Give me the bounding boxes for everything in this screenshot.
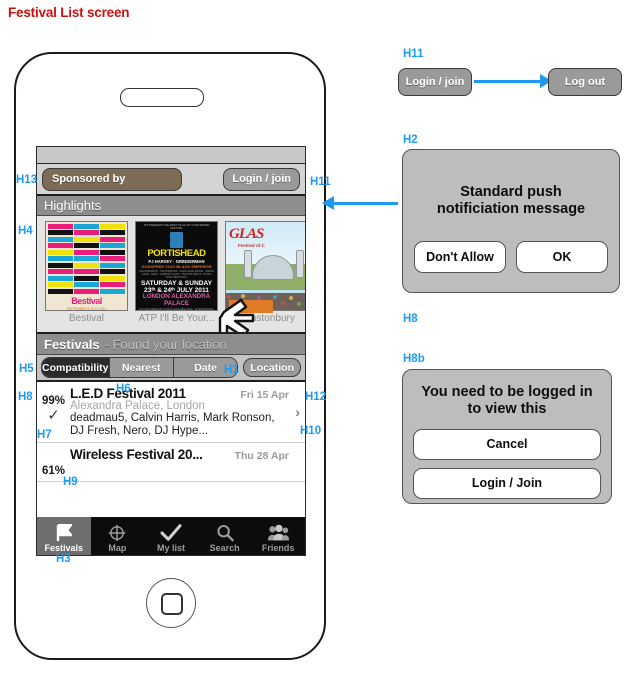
- row-content: Wireless Festival 20... Thu 28 Apr: [70, 447, 305, 477]
- poster-tower-right: [296, 250, 304, 278]
- annotation-h11-screen: H11: [310, 176, 331, 188]
- row-title-line: Wireless Festival 20... Thu 28 Apr: [70, 447, 289, 462]
- push-dialog-pointer-head: [322, 196, 334, 210]
- highlights-header: Highlights: [37, 196, 305, 216]
- festival-title: Wireless Festival 20...: [70, 447, 203, 463]
- annotation-h6: H6: [116, 383, 131, 395]
- push-dialog-line2: notificiation message: [436, 201, 586, 218]
- festivals-section-header: Festivals - Found your location: [37, 334, 305, 355]
- tab-label: Search: [209, 543, 240, 553]
- poster-lineup: VAN MORRISON · THE HORRORS · GANG GANG D…: [139, 270, 214, 280]
- row-content: L.E.D Festival 2011 Fri 15 Apr Alexandra…: [70, 386, 305, 438]
- chevron-right-icon[interactable]: ›: [295, 404, 300, 420]
- logout-button-state[interactable]: Log out: [548, 68, 622, 96]
- push-notification-dialog: Standard push notificiation message Don'…: [402, 149, 620, 293]
- festival-venue: Alexandra Palace, London: [70, 400, 205, 412]
- crosshair-icon: [109, 524, 126, 542]
- bestival-poster-thumbnail[interactable]: Bestival SEPTEMBER 8-10-11 2011: [45, 221, 128, 311]
- poster-subtitle: Festival of C: [238, 243, 265, 248]
- push-dialog-pointer-line: [332, 202, 398, 205]
- sort-segment-compatibility[interactable]: Compatibility: [42, 358, 110, 377]
- tab-bar: Festivals Map My list Search Friends: [37, 517, 305, 555]
- tab-search[interactable]: Search: [198, 517, 252, 555]
- login-join-button-state[interactable]: Login / join: [398, 68, 472, 96]
- annotation-h8-right: H8: [403, 313, 418, 325]
- poster-venue: LONDON ALEXANDRA PALACE: [142, 293, 211, 307]
- annotation-h12: H12: [305, 391, 327, 403]
- annotation-h11-right: H11: [403, 48, 424, 60]
- highlight-item[interactable]: Bestival SEPTEMBER 8-10-11 2011 Bestival: [45, 221, 128, 332]
- friends-icon: [268, 524, 290, 541]
- highlight-caption: ATP I'll Be Your...: [138, 313, 215, 324]
- home-button-square-icon: [161, 593, 183, 615]
- annotation-h9: H9: [63, 476, 78, 488]
- table-row[interactable]: 99% ✓ L.E.D Festival 2011 Fri 15 Apr Ale…: [37, 382, 305, 444]
- sort-segmented-control[interactable]: Compatibility Nearest Date: [41, 357, 239, 378]
- phone-speaker: [120, 88, 204, 107]
- tab-my-list[interactable]: My list: [144, 517, 198, 555]
- search-icon: [217, 524, 234, 542]
- annotation-h2: H2: [403, 134, 418, 146]
- festival-acts: deadmau5, Calvin Harris, Mark Ronson, DJ…: [70, 412, 275, 438]
- location-button[interactable]: Location: [243, 358, 301, 377]
- atp-portishead-poster-thumbnail[interactable]: ATP PRESENTS THE FIRST UK ALL-BY-YOUR-MI…: [135, 221, 218, 311]
- login-dialog-line2: to view this: [467, 401, 547, 418]
- hand-cursor-icon: [218, 298, 255, 332]
- sort-segment-nearest[interactable]: Nearest: [109, 358, 174, 377]
- tab-label: My list: [156, 543, 185, 553]
- ok-button[interactable]: OK: [516, 240, 608, 273]
- annotation-h13: H13: [16, 174, 38, 186]
- tab-label: Map: [108, 543, 127, 553]
- login-join-button[interactable]: Login / join: [223, 167, 300, 191]
- poster-support2: GODSPEED YOU! BLACK EMPEROR: [141, 264, 212, 270]
- annotation-h7: H7: [37, 429, 52, 441]
- dont-allow-button[interactable]: Don't Allow: [414, 240, 506, 273]
- sponsored-by-banner[interactable]: Sponsored by: [42, 167, 182, 191]
- state-transition-arrow-line: [474, 80, 542, 83]
- phone-screen: Sponsored by Login / join Highlights Bes…: [36, 146, 306, 556]
- annotation-h3: H3: [56, 553, 71, 565]
- sort-bar: Compatibility Nearest Date Location: [37, 355, 305, 382]
- annotation-h8-left: H8: [18, 391, 33, 403]
- login-dialog-line1: You need to be logged in: [421, 384, 593, 400]
- festival-list: 99% ✓ L.E.D Festival 2011 Fri 15 Apr Ale…: [37, 382, 305, 483]
- tab-label: Friends: [261, 543, 295, 553]
- check-icon: ✓: [47, 407, 60, 424]
- poster-headline: PORTISHEAD: [147, 248, 206, 260]
- annotation-h1: H1: [224, 364, 239, 376]
- annotation-h5: H5: [19, 363, 34, 375]
- check-icon: [160, 524, 182, 541]
- row-compatibility: 61%: [37, 447, 70, 477]
- poster-footer: DAY AND WEEKEND TICKETS AVAILABLE NOW · …: [139, 308, 214, 311]
- poster-title: GLAS: [229, 226, 264, 242]
- tab-festivals[interactable]: Festivals: [37, 517, 91, 555]
- festivals-section-title: Festivals: [44, 336, 100, 352]
- tab-friends[interactable]: Friends: [251, 517, 305, 555]
- cancel-button[interactable]: Cancel: [413, 428, 601, 460]
- flag-icon: [56, 524, 72, 541]
- page-title: Festival List screen: [8, 5, 130, 20]
- row-title-line: L.E.D Festival 2011 Fri 15 Apr: [70, 386, 289, 401]
- festival-date: Thu 28 Apr: [234, 450, 289, 463]
- tab-map[interactable]: Map: [91, 517, 145, 555]
- status-bar: [37, 147, 305, 164]
- push-dialog-line1: Standard push: [460, 184, 562, 200]
- login-required-dialog: You need to be logged in to view this Ca…: [402, 369, 612, 504]
- highlights-header-label: Highlights: [44, 198, 102, 213]
- poster-p-logo-icon: [170, 232, 183, 249]
- highlight-caption: Bestival: [68, 313, 104, 324]
- poster-presenter-text: ATP PRESENTS THE FIRST UK ALL-BY-YOUR-MI…: [143, 224, 210, 231]
- highlights-carousel[interactable]: Bestival SEPTEMBER 8-10-11 2011 Bestival…: [37, 216, 305, 334]
- poster-tower-left: [244, 250, 252, 278]
- highlight-item[interactable]: ATP PRESENTS THE FIRST UK ALL-BY-YOUR-MI…: [135, 221, 218, 332]
- festivals-section-subtitle: - Found your location: [104, 336, 227, 352]
- compatibility-percent: 99%: [41, 395, 66, 407]
- login-join-dialog-button[interactable]: Login / Join: [413, 467, 601, 499]
- tab-label: Festivals: [44, 543, 84, 553]
- sponsor-bar: Sponsored by Login / join: [37, 164, 305, 196]
- festival-date: Fri 15 Apr: [240, 389, 289, 401]
- annotation-h10: H10: [300, 425, 322, 437]
- annotation-h8b: H8b: [403, 353, 425, 365]
- annotation-h4: H4: [18, 225, 33, 237]
